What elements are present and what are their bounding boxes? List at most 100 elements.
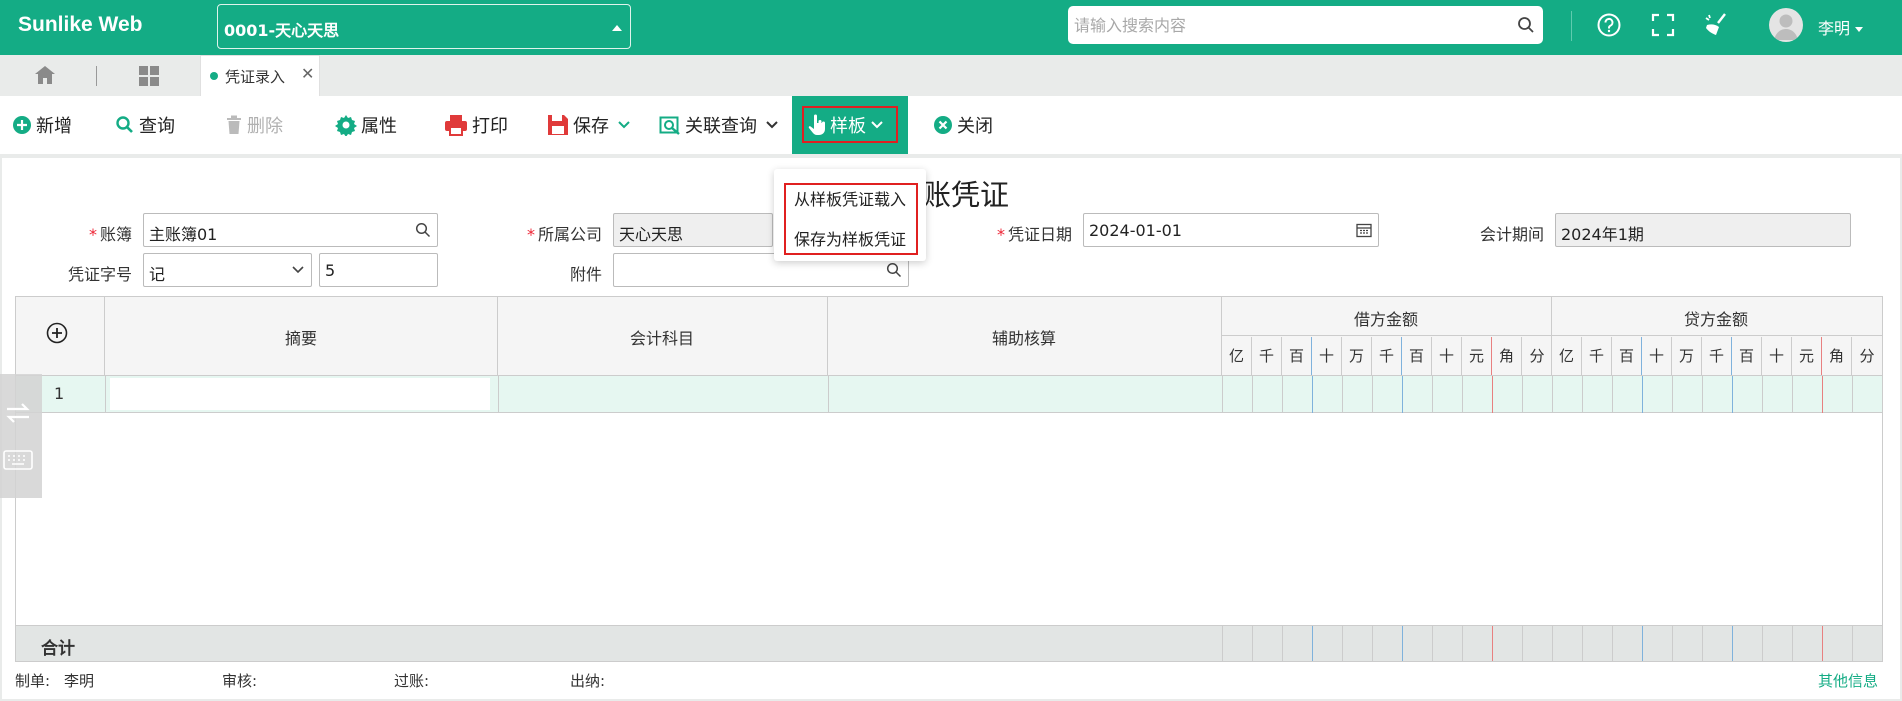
date-value: 2024-01-01 [1089,221,1182,240]
user-menu[interactable]: 李明 [1818,15,1864,39]
print-button-label: 打印 [472,116,508,137]
digit-gridline [1822,376,1823,413]
digit-header: 千 [1252,337,1282,375]
tab-voucher-entry[interactable]: 凭证录入 ✕ [200,55,320,96]
digit-header: 万 [1672,337,1702,375]
digit-header: 十 [1432,337,1462,375]
query-button[interactable]: 查询 [115,96,175,154]
digit-gridline [1462,626,1463,661]
chevron-down-icon [291,265,305,275]
menu-item-load-from-sample[interactable]: 从样板凭证载入 [794,186,906,210]
digit-gridline [1282,626,1283,661]
digit-gridline [1372,626,1373,661]
digit-gridline [1432,626,1433,661]
digit-gridline [1672,626,1673,661]
table-row[interactable]: 1 [16,375,1882,413]
add-row-icon[interactable] [46,322,68,344]
delete-button[interactable]: 删除 [225,96,283,154]
caret-up-icon [612,25,622,31]
search-icon [115,115,135,135]
digit-gridline [1642,376,1643,413]
digit-gridline [1702,376,1703,413]
help-icon[interactable] [1596,12,1622,38]
new-button[interactable]: 新增 [12,96,72,154]
voucher-word-value: 记 [149,265,166,284]
digit-gridline [1252,376,1253,413]
digit-gridline [1822,626,1823,661]
voucher-word-select[interactable]: 记 [143,253,312,287]
new-button-label: 新增 [36,116,72,137]
company-selector[interactable]: 0001-天心天思 [217,4,631,49]
close-button[interactable]: 关闭 [933,96,993,154]
digit-gridline [1402,376,1403,413]
digit-gridline [1612,376,1613,413]
tab-bar: 凭证录入 ✕ [0,55,1902,96]
digit-gridline [1582,626,1583,661]
print-button[interactable]: 打印 [444,96,508,154]
digit-header: 角 [1822,337,1852,375]
home-icon[interactable] [34,65,56,85]
summary-input[interactable] [110,378,490,410]
column-debit: 借方金额 亿千百十万千百十元角分 [1222,297,1552,375]
period-field: 2024年1期 [1555,213,1851,247]
voucher-entry-grid: 摘要 会计科目 辅助核算 借方金额 亿千百十万千百十元角分 贷方金额 亿千百十万… [15,296,1883,662]
chevron-down-icon [1855,27,1864,32]
save-button-label: 保存 [573,116,609,137]
digit-gridline [1462,376,1463,413]
broom-icon[interactable] [1703,12,1731,38]
digit-header: 十 [1642,337,1672,375]
related-query-label: 关联查询 [685,116,757,137]
side-panel-handle[interactable] [0,374,42,498]
close-tab-icon[interactable]: ✕ [301,64,314,83]
plus-circle-icon [12,115,32,135]
chevron-down-icon[interactable] [765,120,779,130]
book-field[interactable]: 主账簿01 [143,213,438,247]
search-input[interactable] [1068,6,1508,44]
company-field[interactable]: 天心天思 [613,213,773,247]
fullscreen-icon[interactable] [1650,12,1676,38]
date-field[interactable]: 2024-01-01 [1083,213,1379,247]
digit-gridline [1852,626,1853,661]
menu-item-save-as-sample[interactable]: 保存为样板凭证 [794,226,906,250]
digit-gridline [1372,376,1373,413]
attachment-label: 附件 [569,265,602,284]
voucher-title: 账凭证 [922,178,1010,212]
related-query-button[interactable]: 关联查询 [659,96,779,154]
digit-gridline [1672,376,1673,413]
search-icon[interactable] [886,262,902,278]
grid-add-column [16,297,105,375]
digit-gridline [1432,376,1433,413]
digit-header: 千 [1582,337,1612,375]
grid-icon[interactable] [138,65,160,87]
chevron-down-icon[interactable] [617,120,631,130]
digit-header: 十 [1312,337,1342,375]
calendar-icon[interactable] [1356,222,1372,238]
digit-gridline [1282,376,1283,413]
other-info-link[interactable]: 其他信息 [1818,670,1878,691]
digit-gridline [1252,626,1253,661]
save-button[interactable]: 保存 [547,96,631,154]
properties-button[interactable]: 属性 [335,96,397,154]
digit-header: 百 [1732,337,1762,375]
search-icon[interactable] [1517,16,1535,34]
digit-gridline [1522,626,1523,661]
column-credit: 贷方金额 亿千百十万千百十元角分 [1552,297,1882,375]
close-circle-icon [933,115,953,135]
sample-button[interactable]: 样板 [792,96,908,154]
voucher-number-field[interactable]: 5 [319,253,438,287]
avatar[interactable] [1769,8,1803,42]
digit-gridline [1762,376,1763,413]
digit-gridline [1792,626,1793,661]
keyboard-icon [3,450,33,470]
search-icon[interactable] [415,222,431,238]
digit-header: 百 [1282,337,1312,375]
digit-gridline [1582,376,1583,413]
digit-header: 元 [1792,337,1822,375]
app-logo[interactable]: Sunlike Web [18,13,142,37]
related-search-icon [659,114,681,136]
digit-gridline [1852,376,1853,413]
toolbar: 新增 查询 删除 属性 打印 保存 关联查询 样板 关闭 [0,96,1902,154]
digit-header: 千 [1372,337,1402,375]
digit-gridline [1342,376,1343,413]
digit-gridline [1492,626,1493,661]
